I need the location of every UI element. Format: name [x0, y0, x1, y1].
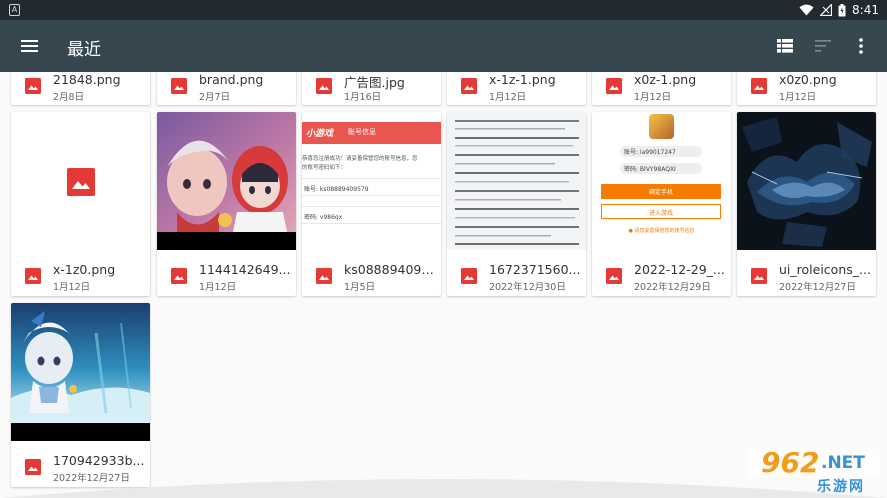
image-file-icon	[316, 268, 332, 284]
more-vertical-icon[interactable]	[849, 34, 873, 58]
file-thumbnail	[447, 112, 586, 250]
watermark-text: 乐游网	[817, 479, 865, 495]
file-card[interactable]: x-1z-1.png 1月12日	[447, 72, 586, 105]
file-card[interactable]: ui_roleicons_... 2022年12月27日	[737, 112, 876, 296]
file-card[interactable]: 1672371560... 2022年12月30日	[447, 112, 586, 296]
file-name: ks088894095...	[344, 262, 436, 277]
thumb-note: ● 请您妥善保管您的账号信息	[628, 228, 695, 234]
file-thumbnail-placeholder	[11, 112, 150, 250]
file-date: 2022年12月30日	[489, 282, 566, 293]
file-card[interactable]: 账号: ia99017247 密码: BIVY98AQXI 绑定手机 进入游戏 …	[592, 112, 731, 296]
thumb-app-logo	[649, 114, 674, 139]
thumb-bind-phone-button: 绑定手机	[648, 189, 673, 196]
thumb-account: 账号: ks08889409579	[304, 186, 369, 193]
image-file-icon	[461, 268, 477, 284]
image-file-icon	[171, 268, 187, 284]
file-date: 1月12日	[779, 92, 817, 103]
file-card[interactable]: x0z0.png 1月12日	[737, 72, 876, 105]
file-date: 1月12日	[489, 92, 527, 103]
file-date: 2月8日	[53, 92, 85, 103]
file-date: 1月12日	[199, 282, 237, 293]
recent-files-grid: 21848.png 2月8日 brand.png 2月7日 广告图.jpg 1月…	[0, 72, 887, 498]
thumb-line: 恭喜您注册成功！请妥善保管您的账号信息，您	[302, 156, 418, 162]
image-placeholder-icon	[67, 168, 95, 196]
file-card[interactable]: 小游戏 账号信息 恭喜您注册成功！请妥善保管您的账号信息，您 的账号密码如下： …	[302, 112, 441, 296]
image-file-icon	[316, 78, 332, 94]
thumb-password: 密码: v986qx	[304, 214, 343, 221]
site-watermark: 962 .NET 乐游网	[747, 446, 881, 495]
page-title: 最近	[67, 40, 101, 60]
file-date: 2月7日	[199, 92, 231, 103]
file-thumbnail	[737, 112, 876, 250]
file-name: ui_roleicons_...	[779, 262, 871, 277]
list-view-icon[interactable]	[773, 34, 797, 58]
status-bar: A 8:41	[0, 0, 887, 20]
signal-icon	[820, 4, 833, 16]
file-card[interactable]: 1144142649... 1月12日	[157, 112, 296, 296]
file-thumbnail: 小游戏 账号信息 恭喜您注册成功！请妥善保管您的账号信息，您 的账号密码如下： …	[302, 112, 441, 250]
image-file-icon	[171, 78, 187, 94]
file-thumbnail	[11, 303, 150, 441]
file-date: 1月12日	[634, 92, 672, 103]
file-card[interactable]: x-1z0.png 1月12日	[11, 112, 150, 296]
image-file-icon	[606, 78, 622, 94]
file-name: 170942933b...	[53, 453, 145, 468]
file-card[interactable]: 21848.png 2月8日	[11, 72, 150, 105]
notification-icon: A	[9, 4, 20, 16]
file-name: 1144142649...	[199, 262, 291, 277]
thumb-password: 密码: BIVY98AQXI	[624, 166, 676, 173]
watermark-suffix: .NET	[821, 453, 865, 473]
hamburger-menu-icon[interactable]	[20, 36, 40, 56]
image-file-icon	[25, 268, 41, 284]
thumb-header-title: 账号信息	[348, 128, 376, 136]
thumb-line: 的账号密码如下：	[302, 165, 347, 171]
sort-icon[interactable]	[811, 34, 835, 58]
file-name: x-1z-1.png	[489, 72, 556, 87]
file-date: 2022年12月27日	[779, 282, 856, 293]
image-file-icon	[606, 268, 622, 284]
image-file-icon	[461, 78, 477, 94]
file-name: x0z-1.png	[634, 72, 697, 87]
file-date: 1月5日	[344, 282, 376, 293]
file-date: 1月12日	[53, 282, 91, 293]
file-name: 1672371560...	[489, 262, 581, 277]
file-name: x0z0.png	[779, 72, 837, 87]
watermark-number: 962	[761, 446, 820, 479]
file-date: 1月16日	[344, 92, 382, 103]
wifi-icon	[799, 4, 814, 16]
app-toolbar: 最近	[0, 20, 887, 72]
file-thumbnail: 账号: ia99017247 密码: BIVY98AQXI 绑定手机 进入游戏 …	[592, 112, 731, 250]
battery-icon	[838, 3, 846, 16]
file-name: x-1z0.png	[53, 262, 116, 277]
file-name: 21848.png	[53, 72, 121, 87]
file-name: brand.png	[199, 72, 264, 87]
file-card[interactable]: 170942933b... 2022年12月27日	[11, 303, 150, 487]
image-file-icon	[751, 78, 767, 94]
file-card[interactable]: brand.png 2月7日	[157, 72, 296, 105]
image-file-icon	[25, 78, 41, 94]
thumb-brand-text: 小游戏	[306, 129, 334, 139]
file-date: 2022年12月29日	[634, 282, 711, 293]
file-card[interactable]: x0z-1.png 1月12日	[592, 72, 731, 105]
file-thumbnail	[157, 112, 296, 250]
thumb-account: 账号: ia99017247	[624, 149, 676, 156]
file-name: 2022-12-29_...	[634, 262, 725, 277]
status-time: 8:41	[852, 3, 879, 17]
file-card[interactable]: 广告图.jpg 1月16日	[302, 72, 441, 105]
image-file-icon	[751, 268, 767, 284]
thumb-enter-game-button: 进入游戏	[648, 210, 673, 217]
